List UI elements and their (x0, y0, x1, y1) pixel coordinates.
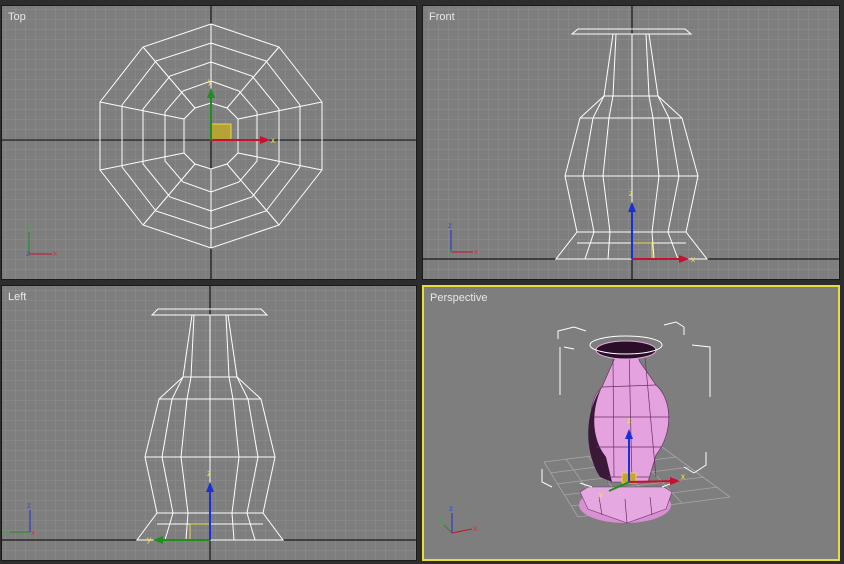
tripod-y-label: y (4, 527, 8, 536)
gizmo-y-label: y (147, 535, 151, 544)
gizmo-z-label: z (629, 189, 633, 198)
gizmo-x-label: x (271, 136, 275, 145)
viewport-top[interactable]: x y y x z Top (1, 5, 417, 280)
gizmo-y-label: y (599, 490, 603, 499)
gizmo-y-label: y (208, 77, 212, 86)
viewport-perspective[interactable]: z x y z x y Perspective (422, 285, 840, 561)
top-view-canvas[interactable]: x y y x z (2, 6, 416, 279)
perspective-view-canvas[interactable]: z x y z x y (424, 287, 838, 559)
tripod-x-label: x (53, 249, 57, 258)
viewport-layout: x y y x z Top x z z x y Front y z z y x … (0, 0, 844, 564)
tripod-x-label: x (474, 247, 478, 256)
tripod-y-label: y (448, 247, 452, 256)
tripod-z-label: z (449, 504, 453, 513)
tripod-z-label: z (26, 249, 30, 258)
gizmo-x-label: x (681, 472, 685, 481)
gizmo-x-label: x (691, 255, 695, 264)
tripod-x-label: x (31, 528, 35, 537)
tripod-y-label: y (26, 223, 30, 232)
tripod-z-label: z (27, 501, 31, 510)
viewport-front[interactable]: x z z x y Front (422, 5, 840, 280)
viewport-left[interactable]: y z z y x Left (1, 285, 417, 561)
left-view-canvas[interactable]: y z z y x (2, 286, 416, 560)
gizmo-z-label: z (207, 469, 211, 478)
tripod-z-label: z (448, 221, 452, 230)
tripod-y-label: y (439, 516, 443, 525)
tripod-x-label: x (473, 524, 477, 533)
front-view-canvas[interactable]: x z z x y (423, 6, 839, 279)
gizmo-z-label: z (627, 416, 631, 425)
